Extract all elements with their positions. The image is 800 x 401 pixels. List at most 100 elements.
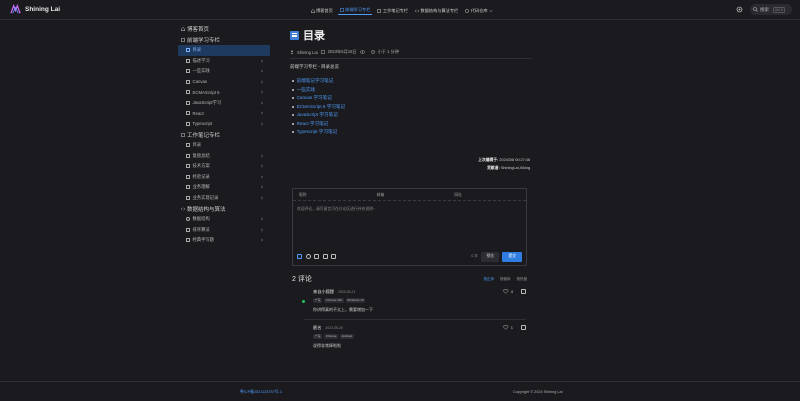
toc-link[interactable]: 一些实践 bbox=[290, 86, 532, 95]
theme-toggle-icon[interactable] bbox=[736, 6, 743, 13]
sidebar-item-implementation[interactable]: 业务实现记录 bbox=[178, 193, 270, 204]
sidebar-item-work-toc[interactable]: 目录 bbox=[178, 140, 270, 151]
sidebar-home[interactable]: 博客首页 bbox=[178, 24, 270, 34]
sidebar-item-describe[interactable]: 描述学习 bbox=[178, 56, 270, 67]
preview-icon[interactable] bbox=[331, 254, 336, 259]
email-field[interactable]: 邮箱 bbox=[371, 189, 449, 200]
sidebar-item-sorting[interactable]: 排序算法 bbox=[178, 225, 270, 236]
sidebar-home-label: 博客首页 bbox=[187, 27, 210, 33]
sidebar-group-frontend[interactable]: 前端学习专栏 bbox=[178, 35, 270, 45]
sidebar-item-label: JavaScript学习 bbox=[192, 99, 222, 105]
menu-repo[interactable]: 代码仓库 bbox=[464, 6, 495, 15]
article-author[interactable]: Shining Lai bbox=[297, 50, 318, 55]
sidebar-item-tech-plan[interactable]: 技术方案 bbox=[178, 161, 270, 172]
toc-link-text[interactable]: 一些实践 bbox=[297, 87, 315, 93]
nickname-field[interactable]: 昵称 bbox=[293, 189, 371, 200]
read-time: 小于 1 分钟 bbox=[377, 49, 400, 54]
chevron-right-icon bbox=[261, 154, 263, 157]
online-indicator bbox=[302, 300, 305, 303]
menu-frontend[interactable]: 前端学习专栏 bbox=[338, 6, 372, 15]
reply-icon[interactable] bbox=[521, 325, 526, 330]
sidebar-item-toc[interactable]: 目录 bbox=[178, 45, 270, 56]
toc-link[interactable]: ECMAScript 6 学习笔记 bbox=[290, 103, 532, 112]
sidebar-item-javascript[interactable]: JavaScript学习 bbox=[178, 98, 270, 109]
comment-toolbar: 0 字 预览 提交 bbox=[297, 251, 522, 262]
toc-link[interactable]: Canvas 学习笔记 bbox=[290, 94, 532, 103]
toc-link[interactable]: Typescript 学习笔记 bbox=[290, 128, 532, 137]
toc-link-text[interactable]: Typescript 学习笔记 bbox=[297, 129, 338, 135]
sidebar-item-es6[interactable]: ECMAScript 6 bbox=[178, 87, 270, 98]
sidebar-group-label: 前端学习专栏 bbox=[187, 38, 221, 44]
emoji-icon[interactable] bbox=[305, 254, 311, 259]
comment-item: 匿名 2023-05-25 广东 Chrome Android 说得非常棒啦啦 … bbox=[304, 325, 526, 349]
reply-icon[interactable] bbox=[521, 289, 526, 294]
sidebar-item-data-structures[interactable]: 数据结构 bbox=[178, 214, 270, 225]
folder-icon bbox=[186, 195, 190, 200]
folder-icon bbox=[186, 79, 190, 84]
code-icon bbox=[415, 9, 420, 12]
like-button[interactable]: 1 bbox=[503, 325, 513, 330]
toc-link[interactable]: React 学习笔记 bbox=[290, 120, 532, 129]
menu-algorithms[interactable]: 数据结构与算法专栏 bbox=[414, 6, 460, 15]
home-icon bbox=[310, 8, 315, 13]
website-field[interactable]: 网址 bbox=[448, 189, 526, 200]
sidebar-group-worknotes[interactable]: 工作笔记专栏 bbox=[178, 130, 270, 140]
comment-author[interactable]: 匿名 bbox=[313, 325, 321, 331]
sidebar-item-experience[interactable]: 经验记录 bbox=[178, 172, 270, 183]
sidebar-group-algorithms[interactable]: 数据结构与算法 bbox=[178, 204, 270, 214]
site-name[interactable]: Shining Lai bbox=[25, 6, 60, 13]
sidebar-item-practice[interactable]: 一些实践 bbox=[178, 66, 270, 77]
menu-worknotes[interactable]: 工作笔记专栏 bbox=[376, 6, 410, 15]
clock-icon bbox=[370, 50, 375, 54]
comment-separator bbox=[304, 319, 526, 320]
comment-head: 匿名 2023-05-25 bbox=[313, 325, 526, 331]
folder-icon bbox=[186, 153, 190, 158]
comment-sort: 按正序 按倒序 按热度 bbox=[484, 277, 528, 282]
article-footer-meta: 上次编辑于: 2024/3/8 00:27:46 贡献者: ShiningLai… bbox=[290, 156, 530, 172]
sidebar-item-review[interactable]: 复盘总结 bbox=[178, 151, 270, 162]
toc-link-text[interactable]: React 学习笔记 bbox=[297, 121, 329, 127]
home-icon bbox=[181, 27, 185, 31]
image-icon[interactable] bbox=[322, 254, 328, 259]
sidebar-item-business[interactable]: 业务理解 bbox=[178, 182, 270, 193]
sidebar-item-label: ECMAScript 6 bbox=[192, 89, 220, 95]
comment-tags: 广东 Chrome 116 Windows 10 bbox=[313, 297, 526, 303]
folder-icon bbox=[186, 121, 190, 126]
chevron-right-icon bbox=[261, 185, 263, 189]
search-button[interactable]: 搜索 Ctrl K bbox=[750, 4, 792, 15]
sort-asc[interactable]: 按正序 bbox=[484, 277, 495, 282]
comment-textarea[interactable]: 欢迎评论，请写留言可在讨论区进行补充说明~ bbox=[293, 201, 526, 218]
sort-desc[interactable]: 按倒序 bbox=[500, 277, 511, 282]
logo-icon[interactable] bbox=[10, 4, 21, 15]
toc-link-text[interactable]: 前端笔记学习笔记 bbox=[297, 78, 334, 84]
toc-link[interactable]: 前端笔记学习笔记 bbox=[290, 77, 532, 86]
toc-link-text[interactable]: Canvas 学习笔记 bbox=[297, 95, 332, 101]
folder-icon bbox=[186, 164, 190, 169]
menu-home[interactable]: 博客首页 bbox=[309, 6, 334, 15]
comment-author[interactable]: 来自小狐狸 bbox=[313, 289, 334, 295]
sidebar-item-react[interactable]: React bbox=[178, 108, 270, 119]
toc-link-text[interactable]: ECMAScript 6 学习笔记 bbox=[297, 104, 346, 110]
folder-icon bbox=[186, 111, 190, 116]
calendar-icon bbox=[320, 50, 325, 54]
sidebar: 博客首页 前端学习专栏 目录 描述学习 一些实践 Canvas ECMAScri… bbox=[178, 24, 270, 246]
sidebar-item-typescript[interactable]: Typescript bbox=[178, 119, 270, 130]
comment-item: 来自小狐狸 2023-05-21 广东 Chrome 116 Windows 1… bbox=[302, 289, 526, 313]
book-icon bbox=[339, 8, 344, 12]
search-label: 搜索 bbox=[760, 6, 769, 12]
sidebar-item-handwritten[interactable]: 经典手写题 bbox=[178, 235, 270, 246]
like-button[interactable]: 4 bbox=[503, 289, 513, 294]
sidebar-item-canvas[interactable]: Canvas bbox=[178, 77, 270, 88]
toc-link-text[interactable]: JavaScript 学习笔记 bbox=[297, 112, 338, 118]
sort-hot[interactable]: 按热度 bbox=[517, 277, 528, 282]
toc-link[interactable]: JavaScript 学习笔记 bbox=[290, 111, 532, 120]
icp-link[interactable]: 粤ICP备2021123757号-1 bbox=[240, 390, 282, 395]
submit-button[interactable]: 提交 bbox=[502, 251, 522, 262]
like-count: 1 bbox=[510, 325, 513, 330]
search-icon bbox=[753, 7, 758, 12]
comment-fields: 昵称 邮箱 网址 bbox=[293, 189, 526, 201]
gif-icon[interactable] bbox=[314, 254, 319, 259]
markdown-icon[interactable] bbox=[297, 254, 302, 259]
preview-button[interactable]: 预览 bbox=[481, 251, 499, 262]
word-count: 0 字 bbox=[471, 254, 478, 258]
